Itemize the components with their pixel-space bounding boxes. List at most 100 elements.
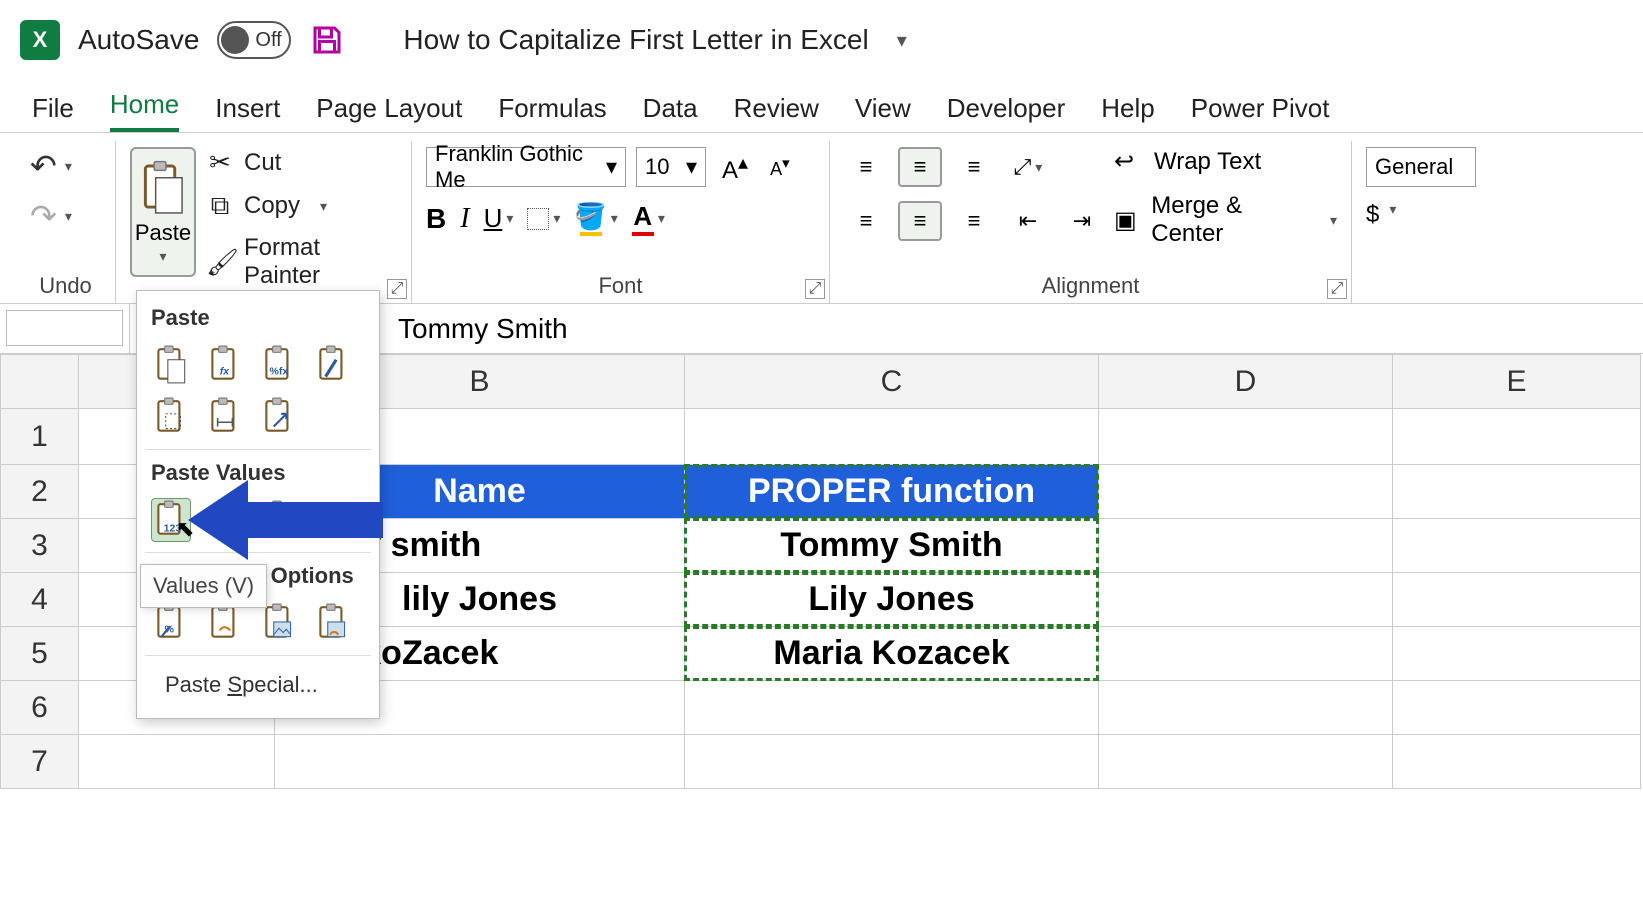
paste-formulas-icon[interactable]: fx [205,343,245,387]
align-bottom-button[interactable]: ≡ [952,147,996,187]
paste-source-formatting-icon[interactable] [313,343,353,387]
cell[interactable] [1099,627,1393,681]
font-size-select[interactable]: 10▾ [636,147,706,187]
cell[interactable] [275,735,685,789]
cell[interactable] [1393,627,1641,681]
format-painter-button[interactable]: 🖌Format Painter [206,234,397,290]
cell-c2[interactable]: PROPER function [685,465,1099,519]
autosave-state: Off [255,29,281,52]
cell[interactable] [1099,465,1393,519]
number-format-select[interactable]: General [1366,147,1476,187]
row-header-3[interactable]: 3 [1,519,79,573]
paste-values-icon[interactable]: 123 [151,498,191,542]
cell[interactable] [1393,573,1641,627]
chevron-down-icon[interactable]: ▾ [1389,201,1396,229]
cell[interactable] [79,735,275,789]
cell[interactable] [1099,735,1393,789]
paste-transpose-icon[interactable] [259,395,299,439]
select-all-corner[interactable] [1,355,79,409]
tab-insert[interactable]: Insert [215,93,280,132]
cell[interactable] [1393,681,1641,735]
alignment-launcher[interactable]: ⤢ [1327,279,1347,299]
cell[interactable] [1099,519,1393,573]
tab-power-pivot[interactable]: Power Pivot [1191,93,1330,132]
cell-c5[interactable]: Maria Kozacek [685,627,1099,681]
paste-button[interactable]: Paste ▾ [130,147,196,277]
paste-all-icon[interactable] [151,343,191,387]
cell[interactable] [1393,409,1641,465]
undo-button[interactable]: ↶▾ [30,147,101,185]
tab-page-layout[interactable]: Page Layout [316,93,462,132]
orientation-button[interactable]: ⤢▾ [1006,147,1050,187]
clipboard-launcher[interactable]: ⤢ [387,279,407,299]
chevron-down-icon[interactable]: ▾ [1330,212,1337,229]
increase-indent-button[interactable]: ⇥ [1060,201,1104,241]
cell-c3[interactable]: Tommy Smith [685,519,1099,573]
tab-data[interactable]: Data [643,93,698,132]
borders-button[interactable]: ▾ [527,208,560,230]
cut-button[interactable]: ✂Cut [206,147,397,178]
tab-formulas[interactable]: Formulas [498,93,606,132]
cell[interactable] [1099,409,1393,465]
paste-formulas-number-icon[interactable]: %fx [259,343,299,387]
cell[interactable] [1393,465,1641,519]
increase-font-button[interactable]: A▴ [716,148,754,187]
decrease-font-button[interactable]: A▾ [764,152,796,182]
chevron-down-icon[interactable]: ▾ [320,198,327,215]
underline-button[interactable]: U▾ [484,203,514,234]
align-middle-button[interactable]: ≡ [898,147,942,187]
chevron-down-icon[interactable]: ▾ [65,208,72,225]
paste-linked-picture-icon[interactable] [313,601,353,645]
autosave-toggle[interactable]: Off [217,21,291,59]
italic-button[interactable]: I [460,203,469,235]
row-header-4[interactable]: 4 [1,573,79,627]
save-icon[interactable] [309,22,345,58]
tab-developer[interactable]: Developer [947,93,1066,132]
name-box[interactable] [0,304,130,353]
align-center-button[interactable]: ≡ [898,201,942,241]
row-header-7[interactable]: 7 [1,735,79,789]
row-header-1[interactable]: 1 [1,409,79,465]
tab-file[interactable]: File [32,93,74,132]
cell[interactable] [1099,573,1393,627]
row-header-6[interactable]: 6 [1,681,79,735]
cell[interactable] [1099,681,1393,735]
font-launcher[interactable]: ⤢ [805,279,825,299]
align-right-button[interactable]: ≡ [952,201,996,241]
chevron-down-icon[interactable]: ▾ [159,248,166,265]
redo-button[interactable]: ↷▾ [30,197,101,235]
font-color-button[interactable]: A▾ [632,201,665,236]
align-left-button[interactable]: ≡ [844,201,888,241]
cell-c4[interactable]: Lily Jones [685,573,1099,627]
paste-special-item[interactable]: Paste Special... [145,662,371,708]
tab-home[interactable]: Home [110,89,179,132]
chevron-down-icon[interactable]: ▾ [65,158,72,175]
cell[interactable] [1393,519,1641,573]
fill-color-button[interactable]: 🪣▾ [574,201,617,236]
tab-help[interactable]: Help [1101,93,1154,132]
currency-button[interactable]: $ [1366,201,1379,229]
row-header-5[interactable]: 5 [1,627,79,681]
cell[interactable] [685,681,1099,735]
wrap-text-button[interactable]: ↩Wrap Text [1114,147,1337,176]
cell[interactable] [1393,735,1641,789]
tab-review[interactable]: Review [734,93,819,132]
col-header-d[interactable]: D [1099,355,1393,409]
cell[interactable] [685,409,1099,465]
tab-view[interactable]: View [855,93,911,132]
copy-button[interactable]: ⧉Copy▾ [206,190,397,222]
bold-button[interactable]: B [426,203,446,235]
font-name-select[interactable]: Franklin Gothic Me▾ [426,147,626,187]
number-format-value: General [1375,154,1453,180]
merge-center-button[interactable]: ▣Merge & Center▾ [1114,192,1337,248]
formula-input[interactable]: Tommy Smith [378,313,1643,345]
col-header-c[interactable]: C [685,355,1099,409]
title-dropdown-icon[interactable]: ▾ [897,28,907,53]
decrease-indent-button[interactable]: ⇤ [1006,201,1050,241]
col-header-e[interactable]: E [1393,355,1641,409]
paste-no-borders-icon[interactable] [151,395,191,439]
row-header-2[interactable]: 2 [1,465,79,519]
align-top-button[interactable]: ≡ [844,147,888,187]
cell[interactable] [685,735,1099,789]
paste-keep-widths-icon[interactable] [205,395,245,439]
